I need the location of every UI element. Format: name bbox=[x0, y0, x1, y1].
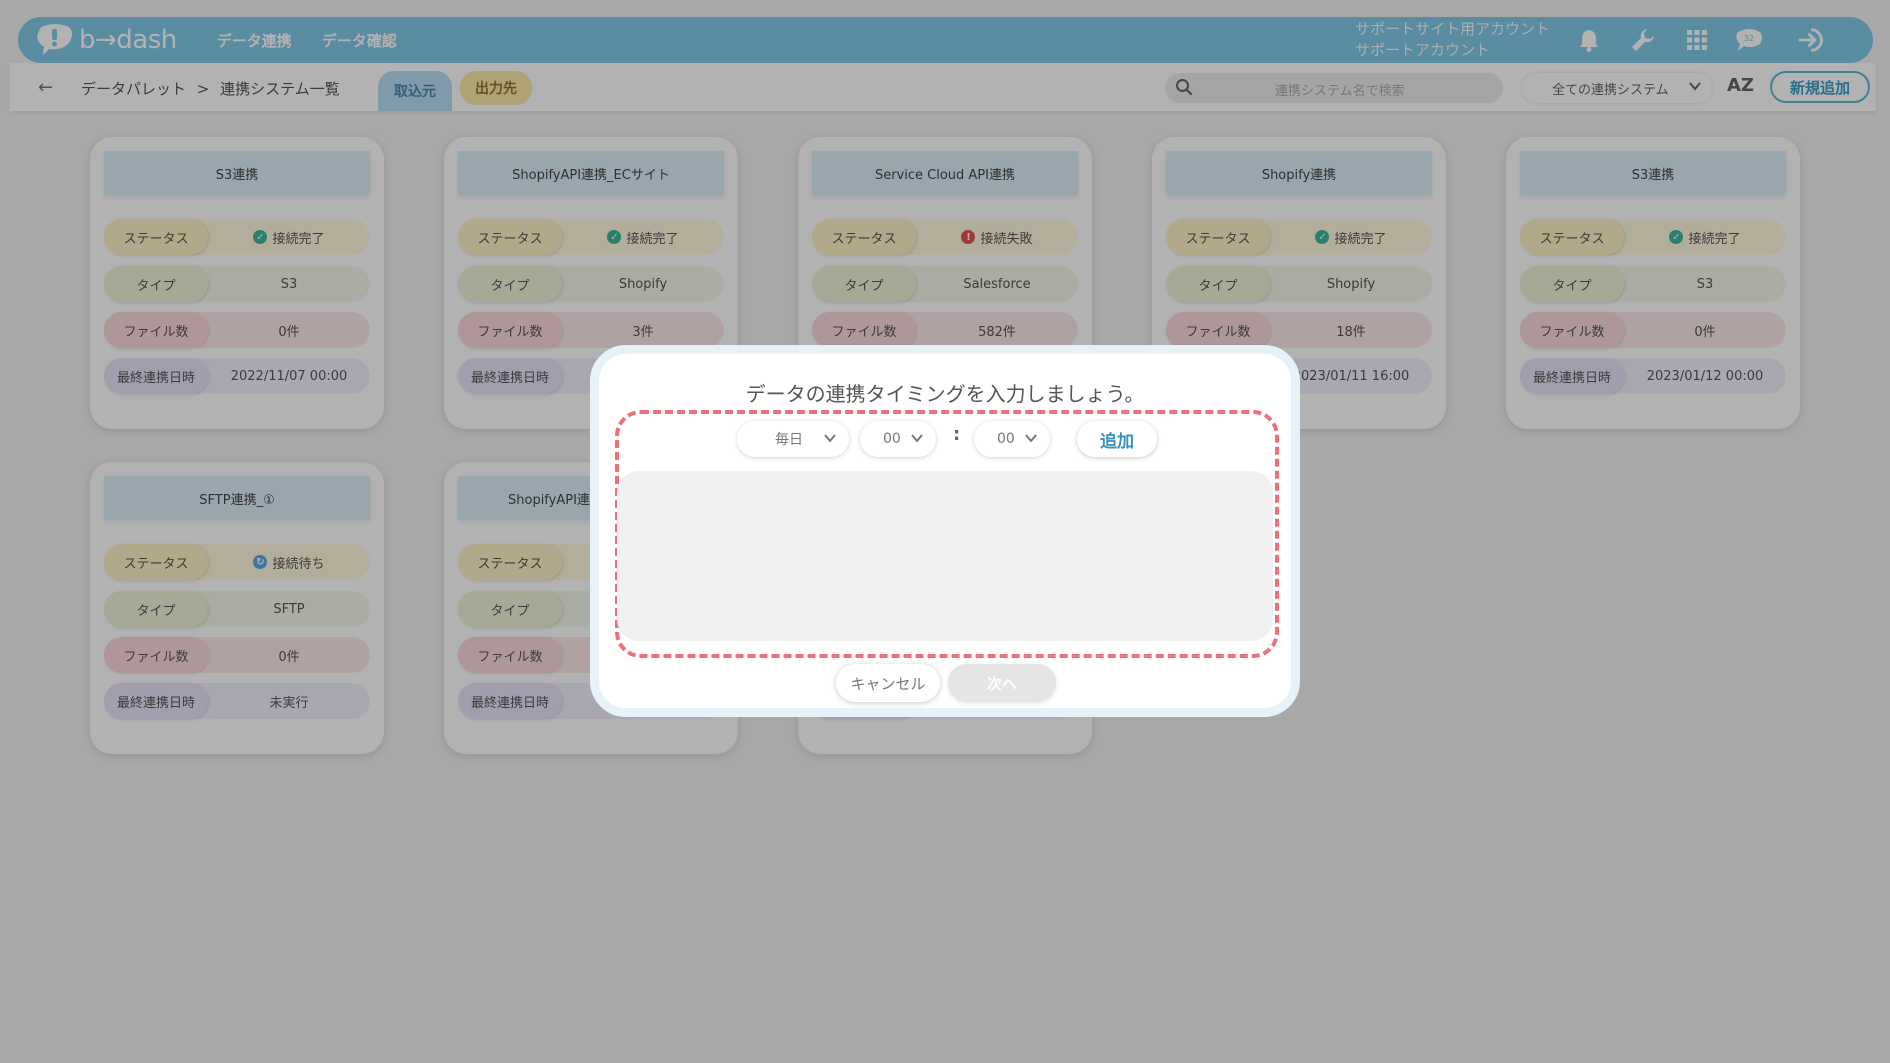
frequency-select[interactable]: 毎日 bbox=[737, 421, 849, 457]
minute-value: 00 bbox=[997, 431, 1015, 447]
hour-value: 00 bbox=[883, 431, 901, 447]
schedule-modal: データの連携タイミングを入力しましょう。 毎日 00 : 00 追加 キャンセル… bbox=[590, 345, 1300, 717]
next-button[interactable]: 次へ bbox=[948, 664, 1056, 702]
cancel-button[interactable]: キャンセル bbox=[836, 664, 940, 702]
minute-select[interactable]: 00 bbox=[974, 421, 1050, 457]
chevron-down-icon bbox=[823, 431, 837, 449]
chevron-down-icon bbox=[1024, 431, 1038, 449]
timing-list bbox=[617, 471, 1273, 641]
add-timing-button[interactable]: 追加 bbox=[1077, 421, 1157, 457]
time-separator: : bbox=[953, 424, 961, 445]
modal-title: データの連携タイミングを入力しましょう。 bbox=[745, 382, 1145, 406]
hour-select[interactable]: 00 bbox=[860, 421, 936, 457]
frequency-value: 毎日 bbox=[775, 432, 803, 448]
chevron-down-icon bbox=[910, 431, 924, 449]
